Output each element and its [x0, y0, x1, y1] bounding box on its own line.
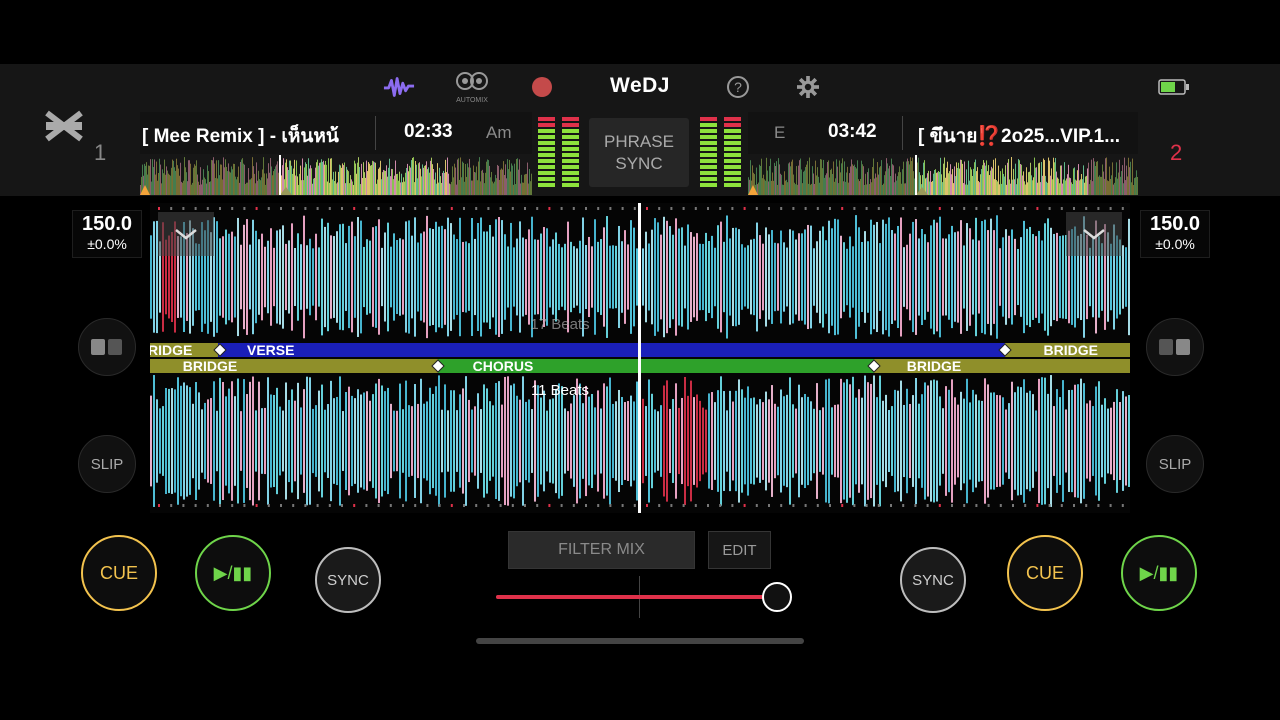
- deck2-collapse-button[interactable]: [1066, 212, 1122, 256]
- automix-label: AUTOMIX: [456, 97, 488, 104]
- deck1-pitch: ±0.0%: [87, 236, 127, 252]
- deck2-sync-button[interactable]: SYNC: [900, 547, 966, 613]
- deck2-key: E: [774, 123, 786, 142]
- panel-toggle-icon: [1159, 339, 1190, 355]
- phrase-label: CHORUS: [473, 358, 534, 374]
- deck1-title: [ Mee Remix ] - เห็นหน้: [142, 126, 339, 147]
- deck1-collapse-button[interactable]: [158, 212, 214, 256]
- app-overlay-logo: [44, 110, 84, 142]
- deck1-sync-button[interactable]: SYNC: [315, 547, 381, 613]
- deck2-beats-label: 11 Beats: [531, 382, 589, 399]
- crossfader-fill: [496, 595, 778, 599]
- phrase-sync-line1: PHRASE: [604, 131, 674, 151]
- deck1-bpm-display[interactable]: 150.0 ±0.0%: [72, 210, 142, 258]
- app-logo: WeDJ: [610, 74, 670, 97]
- deck2-layout-toggle[interactable]: [1146, 318, 1204, 376]
- deck1-cue-button[interactable]: CUE: [81, 535, 157, 611]
- phrase-label: RIDGE: [150, 342, 192, 358]
- deck2-level-meter-left: [700, 117, 717, 189]
- help-icon[interactable]: ?: [722, 72, 754, 102]
- deck2-bpm-display[interactable]: 150.0 ±0.0%: [1140, 210, 1210, 258]
- deck2-overview-waveform[interactable]: [748, 155, 1138, 195]
- phrase-sync-line2: SYNC: [615, 153, 663, 173]
- waveform-display[interactable]: RIDGE VERSE BRIDGE BRIDGE CHORUS BRIDGE 17 Bea…: [148, 203, 1130, 513]
- deck1-key: Am: [486, 123, 512, 142]
- filter-mix-button[interactable]: FILTER MIX: [508, 531, 695, 569]
- svg-text:?: ?: [734, 79, 742, 95]
- phrase-label: VERSE: [247, 342, 294, 358]
- home-indicator[interactable]: [476, 638, 804, 644]
- deck2-number: 2: [1170, 140, 1183, 165]
- waveform-icon[interactable]: [383, 72, 415, 102]
- deck2-bpm: 150.0: [1149, 213, 1201, 235]
- settings-icon[interactable]: [792, 72, 824, 102]
- phrase-label: BRIDGE: [907, 358, 961, 374]
- deck2-time: 03:42: [828, 121, 877, 142]
- deck1-play-pause-button[interactable]: ▶/▮▮: [195, 535, 271, 611]
- crossfader-track[interactable]: [496, 595, 780, 599]
- chevron-down-icon: [175, 229, 197, 240]
- deck1-level-meter-left: [538, 117, 555, 189]
- deck1-bpm: 150.0: [81, 213, 133, 235]
- divider: [375, 116, 376, 150]
- phrase-sync-button[interactable]: PHRASE SYNC: [589, 118, 689, 187]
- deck1-level-meter-right: [562, 117, 579, 189]
- deck1-overview-waveform[interactable]: [140, 155, 532, 195]
- battery-icon: [1158, 79, 1190, 95]
- crossfader-knob[interactable]: [762, 582, 793, 612]
- automix-button[interactable]: AUTOMIX: [452, 70, 492, 104]
- deck2-slip-button[interactable]: SLIP: [1146, 435, 1204, 493]
- deck1-number: 1: [94, 140, 107, 165]
- deck1-slip-button[interactable]: SLIP: [78, 435, 136, 493]
- deck2-play-pause-button[interactable]: ▶/▮▮: [1121, 535, 1197, 611]
- deck1-beats-label: 17 Beats: [530, 316, 589, 333]
- automix-icon: [456, 72, 488, 90]
- deck2-pitch: ±0.0%: [1155, 236, 1195, 252]
- divider: [902, 116, 903, 150]
- panel-toggle-icon: [91, 339, 122, 355]
- edit-button[interactable]: EDIT: [708, 531, 771, 569]
- record-icon[interactable]: [532, 77, 552, 97]
- deck1-time: 02:33: [404, 121, 453, 142]
- deck2-cue-button[interactable]: CUE: [1007, 535, 1083, 611]
- phrase-label: BRIDGE: [1044, 342, 1098, 358]
- deck2-level-meter-right: [724, 117, 741, 189]
- phrase-label: BRIDGE: [183, 358, 237, 374]
- deck2-title: [ ขึนาย⁉️2o25...VIP.1...: [918, 126, 1121, 147]
- deck1-layout-toggle[interactable]: [78, 318, 136, 376]
- chevron-down-icon: [1083, 229, 1105, 240]
